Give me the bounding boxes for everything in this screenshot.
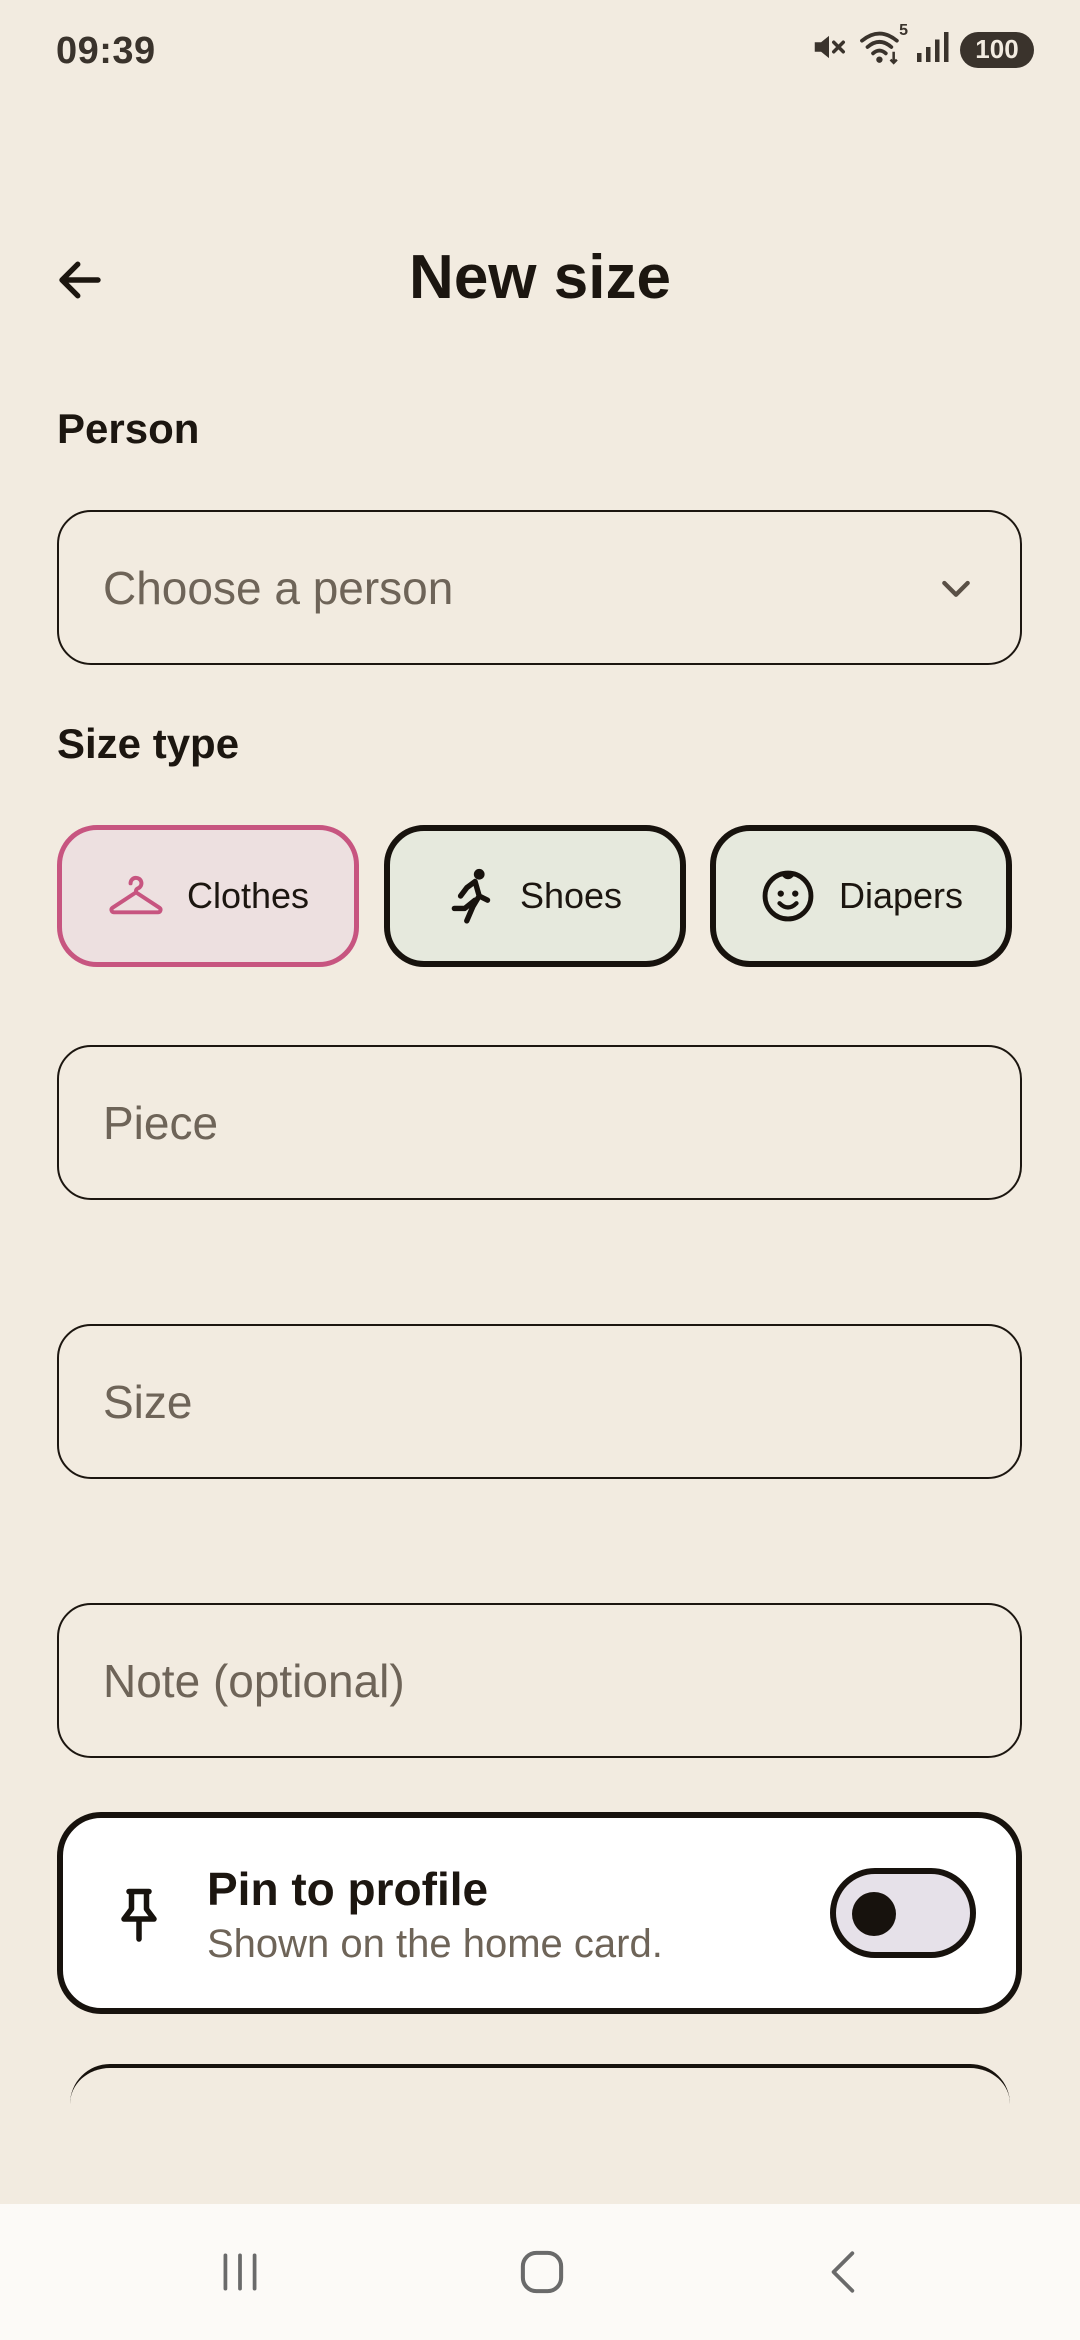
pin-subtitle: Shown on the home card.: [207, 1922, 663, 1966]
pin-to-profile-card[interactable]: Pin to profile Shown on the home card.: [57, 1812, 1022, 2014]
running-person-icon: [451, 868, 491, 924]
person-dropdown[interactable]: Choose a person: [57, 510, 1022, 665]
status-icons: 5 100: [810, 22, 1034, 71]
chip-shoes[interactable]: Shoes: [384, 825, 686, 967]
mute-icon: [810, 28, 848, 71]
size-input[interactable]: Size: [57, 1324, 1022, 1479]
wifi-icon: 5: [858, 22, 908, 71]
recent-apps-icon: [223, 2253, 257, 2291]
pin-title: Pin to profile: [207, 1863, 489, 1915]
status-bar: 09:39 5 100: [0, 0, 1080, 105]
chip-label: Clothes: [186, 875, 310, 916]
toggle-knob: [852, 1892, 896, 1936]
size-type-label: Size type: [57, 720, 240, 767]
person-placeholder: Choose a person: [103, 561, 454, 614]
app-bar: New size: [0, 220, 1080, 340]
pin-toggle[interactable]: [830, 1868, 976, 1958]
hanger-icon: [109, 875, 163, 915]
next-card-edge: [70, 2064, 1010, 2108]
recent-apps-button[interactable]: [200, 2232, 280, 2312]
note-input[interactable]: Note (optional): [57, 1603, 1022, 1758]
status-time: 09:39: [56, 30, 156, 72]
home-button[interactable]: [502, 2232, 582, 2312]
wifi-band-label: 5: [899, 22, 908, 39]
chip-label: Diapers: [838, 875, 964, 916]
back-icon: [831, 2251, 855, 2293]
navigation-bar: [0, 2204, 1080, 2340]
chevron-down-icon: [934, 566, 978, 610]
page-title: New size: [409, 243, 671, 312]
size-placeholder: Size: [103, 1375, 193, 1428]
person-label: Person: [57, 405, 200, 452]
chip-diapers[interactable]: Diapers: [710, 825, 1012, 967]
chip-clothes[interactable]: Clothes: [57, 825, 359, 967]
battery-icon: 100: [960, 31, 1034, 68]
chip-label: Shoes: [519, 875, 623, 916]
note-placeholder: Note (optional): [103, 1654, 405, 1707]
piece-placeholder: Piece: [103, 1096, 219, 1149]
baby-face-icon: [762, 870, 814, 922]
piece-input[interactable]: Piece: [57, 1045, 1022, 1200]
system-back-button[interactable]: [804, 2232, 884, 2312]
signal-icon: [914, 28, 950, 71]
home-icon: [520, 2250, 564, 2294]
pin-icon: [121, 1888, 157, 1942]
